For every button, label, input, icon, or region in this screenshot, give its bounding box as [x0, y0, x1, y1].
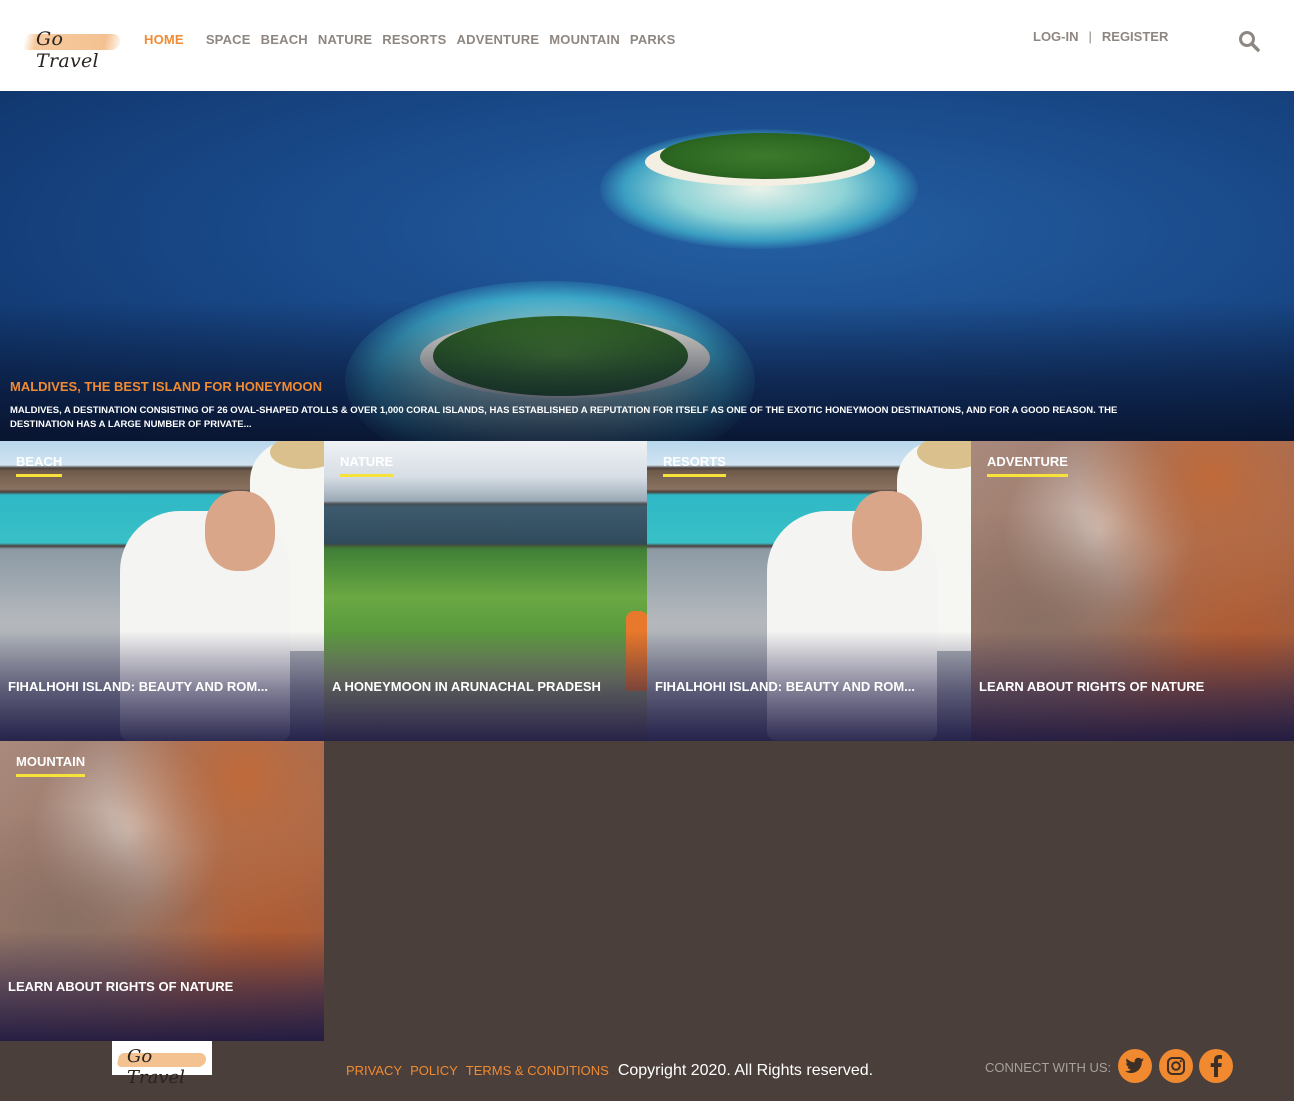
policy-link[interactable]: POLICY	[410, 1063, 458, 1078]
instagram-icon[interactable]	[1159, 1049, 1193, 1083]
card-title[interactable]: FIHALHOHI ISLAND: BEAUTY AND ROM...	[8, 679, 268, 694]
hero-description: MALDIVES, A DESTINATION CONSISTING OF 26…	[10, 405, 1118, 430]
privacy-link[interactable]: PRIVACY	[346, 1063, 402, 1078]
site-logo[interactable]: Go Travel	[22, 26, 122, 72]
auth-separator: |	[1088, 29, 1092, 44]
connect-label: CONNECT WITH US:	[985, 1060, 1112, 1075]
article-card[interactable]: BEACH FIHALHOHI ISLAND: BEAUTY AND ROM..…	[0, 441, 324, 741]
nav-item-parks[interactable]: PARKS	[630, 32, 676, 47]
nav-item-home[interactable]: HOME	[144, 32, 184, 47]
card-category[interactable]: RESORTS	[663, 454, 726, 477]
card-title[interactable]: FIHALHOHI ISLAND: BEAUTY AND ROM...	[655, 679, 915, 694]
terms-link[interactable]: TERMS & CONDITIONS	[466, 1063, 609, 1078]
nav-item-space[interactable]: SPACE	[206, 32, 251, 47]
article-card[interactable]: RESORTS FIHALHOHI ISLAND: BEAUTY AND ROM…	[647, 441, 971, 741]
nav-item-mountain[interactable]: MOUNTAIN	[549, 32, 620, 47]
register-link[interactable]: REGISTER	[1102, 29, 1168, 44]
hero-island-vegetation	[660, 133, 870, 179]
search-icon[interactable]	[1238, 30, 1260, 52]
card-category[interactable]: NATURE	[340, 454, 394, 477]
card-title[interactable]: LEARN ABOUT RIGHTS OF NATURE	[8, 979, 233, 994]
card-title[interactable]: LEARN ABOUT RIGHTS OF NATURE	[979, 679, 1204, 694]
site-header: Go Travel HOME SPACE BEACH NATURE RESORT…	[0, 0, 1294, 91]
footer-links: PRIVACY POLICY TERMS & CONDITIONS Copyri…	[346, 1062, 873, 1080]
logo-text: Go Travel	[36, 28, 99, 72]
article-card[interactable]: ADVENTURE LEARN ABOUT RIGHTS OF NATURE	[971, 441, 1294, 741]
article-card[interactable]: MOUNTAIN LEARN ABOUT RIGHTS OF NATURE	[0, 741, 324, 1041]
nav-item-adventure[interactable]: ADVENTURE	[457, 32, 540, 47]
card-category[interactable]: ADVENTURE	[987, 454, 1068, 477]
footer-logo-text: Go Travel	[127, 1046, 185, 1088]
copyright-text: Copyright 2020. All Rights reserved.	[617, 1062, 874, 1079]
hero-title[interactable]: MALDIVES, THE BEST ISLAND FOR HONEYMOON	[10, 379, 322, 394]
card-category[interactable]: MOUNTAIN	[16, 754, 86, 777]
card-title[interactable]: A HONEYMOON IN ARUNACHAL PRADESH	[332, 679, 601, 694]
nav-item-resorts[interactable]: RESORTS	[382, 32, 446, 47]
twitter-icon[interactable]	[1118, 1049, 1152, 1083]
facebook-icon[interactable]	[1199, 1049, 1233, 1083]
auth-links: LOG-IN | REGISTER	[1033, 29, 1168, 44]
article-card[interactable]: NATURE A HONEYMOON IN ARUNACHAL PRADESH	[324, 441, 647, 741]
nav-item-beach[interactable]: BEACH	[261, 32, 308, 47]
footer-logo[interactable]: Go Travel	[112, 1041, 212, 1088]
hero-banner[interactable]: MALDIVES, THE BEST ISLAND FOR HONEYMOON …	[0, 91, 1294, 441]
card-category[interactable]: BEACH	[16, 454, 63, 477]
nav-item-nature[interactable]: NATURE	[318, 32, 372, 47]
main-nav: HOME SPACE BEACH NATURE RESORTS ADVENTUR…	[144, 32, 685, 47]
login-link[interactable]: LOG-IN	[1033, 29, 1079, 44]
